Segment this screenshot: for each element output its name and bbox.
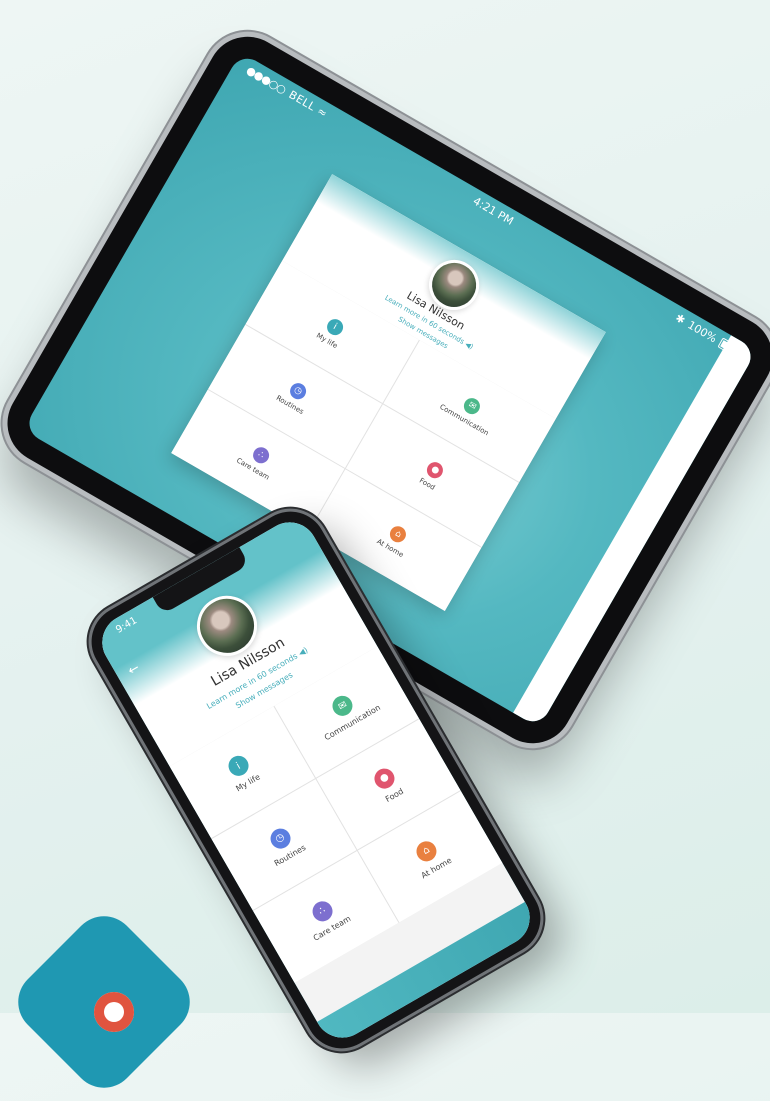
person-icon: i: [324, 315, 346, 338]
home-icon: ⌂: [387, 523, 409, 546]
team-icon: ∴: [249, 444, 272, 467]
speaker-icon: ◀): [463, 340, 475, 352]
chat-icon: ✉: [329, 692, 357, 720]
chat-icon: ✉: [461, 395, 484, 417]
tile-label: Food: [417, 476, 437, 492]
tile-label: Communication: [323, 703, 383, 743]
speaker-icon: ◀): [296, 645, 310, 658]
brand-logo-mark: [94, 992, 134, 1032]
home-icon: ⌂: [412, 837, 441, 865]
team-icon: ∴: [308, 897, 336, 925]
person-icon: i: [224, 752, 253, 780]
back-arrow-icon[interactable]: ←: [125, 661, 142, 679]
apple-icon: ●: [424, 459, 447, 482]
battery-percent: 100%: [685, 318, 720, 346]
clock-icon: ◷: [266, 825, 294, 853]
clock-icon: ◷: [286, 380, 309, 402]
apple-icon: ●: [371, 764, 399, 793]
tile-label: Food: [383, 786, 405, 805]
